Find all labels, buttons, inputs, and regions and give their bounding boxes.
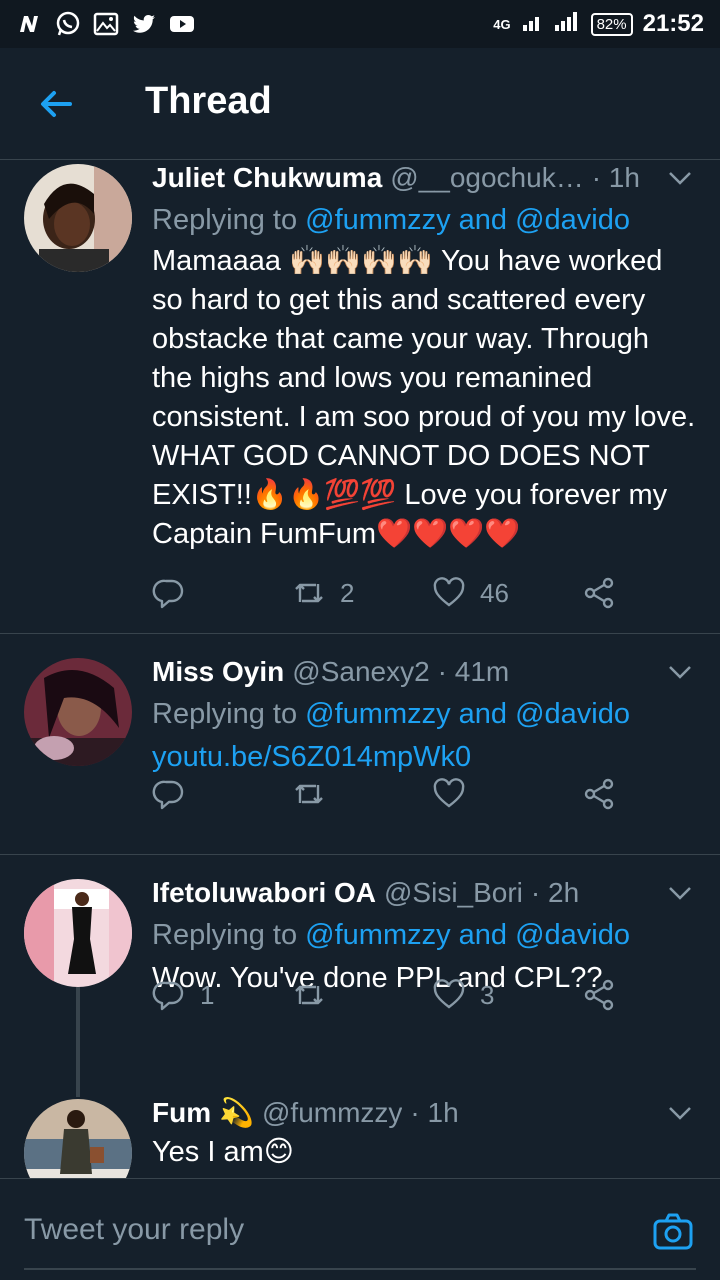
heart-icon xyxy=(433,979,465,1009)
chevron-down-icon[interactable] xyxy=(664,1097,696,1129)
whatsapp-icon xyxy=(54,10,82,38)
retweet-button[interactable] xyxy=(292,772,432,816)
timestamp: · 41m xyxy=(437,656,510,687)
heart-icon xyxy=(433,577,465,607)
replying-to: Replying to @fummzzy and @davido xyxy=(152,200,696,240)
like-count: 3 xyxy=(480,979,495,1010)
like-button[interactable]: 46 xyxy=(432,571,572,615)
like-button[interactable]: 3 xyxy=(432,973,572,1017)
replying-to-label: Replying to xyxy=(152,204,306,236)
thread-feed[interactable]: Juliet Chukwuma @__ogochuk… · 1h Replyin… xyxy=(0,160,720,1178)
status-bar: 4G 82% 21:52 xyxy=(0,0,720,48)
share-button[interactable] xyxy=(582,772,622,816)
back-arrow-icon[interactable] xyxy=(36,84,76,124)
gallery-icon xyxy=(92,10,120,38)
timestamp: · 1h xyxy=(410,1097,459,1128)
username[interactable]: @Sanexy2 xyxy=(292,654,429,690)
share-icon xyxy=(584,577,614,609)
reply-button[interactable] xyxy=(152,571,292,615)
reply-button[interactable]: 1 xyxy=(152,973,292,1017)
reply-count: 1 xyxy=(200,979,215,1010)
avatar[interactable] xyxy=(24,879,132,987)
reply-icon xyxy=(152,579,184,609)
tweet-text: Yes I am😊 xyxy=(152,1136,294,1168)
tweet[interactable]: Juliet Chukwuma @__ogochuk… · 1h Replyin… xyxy=(0,160,720,633)
tweet-header: Juliet Chukwuma @__ogochuk… · 1h xyxy=(152,160,696,196)
tweet-content: Miss Oyin @Sanexy2 · 41m Replying to @fu… xyxy=(152,654,696,777)
share-button[interactable] xyxy=(582,571,622,615)
reply-input[interactable]: Tweet your reply xyxy=(24,1213,244,1247)
tweet[interactable]: Fum 💫 @fummzzy · 1h Yes I am😊 xyxy=(0,1095,720,1178)
reply-icon xyxy=(152,981,184,1011)
tweet-link[interactable]: youtu.be/S6Z014mpWk0 xyxy=(152,741,471,773)
clock: 21:52 xyxy=(642,10,704,37)
replying-to-label: Replying to xyxy=(152,698,306,730)
replying-to-label: Replying to xyxy=(152,919,306,951)
tweet-header: Ifetoluwabori OA @Sisi_Bori · 2h xyxy=(152,875,696,911)
name-emoji: 💫 xyxy=(219,1096,254,1129)
like-count: 46 xyxy=(480,577,509,608)
display-name[interactable]: Juliet Chukwuma xyxy=(152,160,382,196)
signal-icon xyxy=(521,9,581,40)
avatar[interactable] xyxy=(24,658,132,766)
replying-to: Replying to @fummzzy and @davido xyxy=(152,915,696,955)
retweet-icon xyxy=(295,583,323,603)
replying-to: Replying to @fummzzy and @davido xyxy=(152,694,696,734)
username[interactable]: @fummzzy xyxy=(262,1095,402,1131)
battery-indicator: 82% xyxy=(590,12,633,36)
top-app-bar: Thread xyxy=(0,48,720,160)
tweet-header: Fum 💫 @fummzzy · 1h xyxy=(152,1095,696,1131)
tweet-text: Mamaaaa 🙌🏻🙌🏻🙌🏻🙌🏻 You have worked so hard… xyxy=(152,245,696,550)
retweet-count: 2 xyxy=(340,577,355,608)
page-title: Thread xyxy=(145,80,272,122)
tweet-actions: 2 46 xyxy=(152,571,622,615)
tweet-header: Miss Oyin @Sanexy2 · 41m xyxy=(152,654,696,690)
retweet-icon xyxy=(295,985,323,1005)
system-status: 4G 82% 21:52 xyxy=(493,9,704,40)
share-icon xyxy=(584,979,614,1011)
retweet-button[interactable] xyxy=(292,973,432,1017)
timestamp: · 1h xyxy=(591,162,640,193)
timestamp: · 2h xyxy=(530,877,580,908)
chevron-down-icon[interactable] xyxy=(664,877,696,909)
display-name[interactable]: Ifetoluwabori OA xyxy=(152,875,376,911)
reply-icon xyxy=(152,780,184,810)
notification-icons xyxy=(16,10,196,38)
chevron-down-icon[interactable] xyxy=(664,162,696,194)
reply-composer: Tweet your reply xyxy=(0,1178,720,1280)
replying-to-users[interactable]: @fummzzy and @davido xyxy=(305,698,630,730)
tweet-actions xyxy=(152,772,622,816)
reply-button[interactable] xyxy=(152,772,292,816)
share-button[interactable] xyxy=(582,973,622,1017)
tweet[interactable]: Miss Oyin @Sanexy2 · 41m Replying to @fu… xyxy=(0,634,720,854)
username[interactable]: @__ogochuk… xyxy=(390,160,583,196)
tweet-content: Juliet Chukwuma @__ogochuk… · 1h Replyin… xyxy=(152,160,696,554)
replying-to-users[interactable]: @fummzzy and @davido xyxy=(305,919,630,951)
like-button[interactable] xyxy=(432,772,572,816)
username[interactable]: @Sisi_Bori xyxy=(384,875,523,911)
avatar[interactable] xyxy=(24,1099,132,1178)
avatar[interactable] xyxy=(24,164,132,272)
share-icon xyxy=(584,778,614,810)
heart-icon xyxy=(433,778,465,808)
display-name[interactable]: Miss Oyin xyxy=(152,654,284,690)
divider xyxy=(24,1268,696,1270)
network-type: 4G xyxy=(493,16,511,32)
thread-connector xyxy=(76,987,80,1097)
retweet-icon xyxy=(295,784,323,804)
tweet[interactable]: Ifetoluwabori OA @Sisi_Bori · 2h Replyin… xyxy=(0,855,720,1097)
n-app-icon xyxy=(16,10,44,38)
tweet-actions: 1 3 xyxy=(152,973,622,1017)
youtube-icon xyxy=(168,10,196,38)
camera-icon[interactable] xyxy=(652,1211,694,1253)
chevron-down-icon[interactable] xyxy=(664,656,696,688)
replying-to-users[interactable]: @fummzzy and @davido xyxy=(305,204,630,236)
twitter-icon xyxy=(130,10,158,38)
retweet-button[interactable]: 2 xyxy=(292,571,432,615)
tweet-content: Fum 💫 @fummzzy · 1h Yes I am😊 xyxy=(152,1095,696,1172)
display-name[interactable]: Fum xyxy=(152,1095,211,1131)
